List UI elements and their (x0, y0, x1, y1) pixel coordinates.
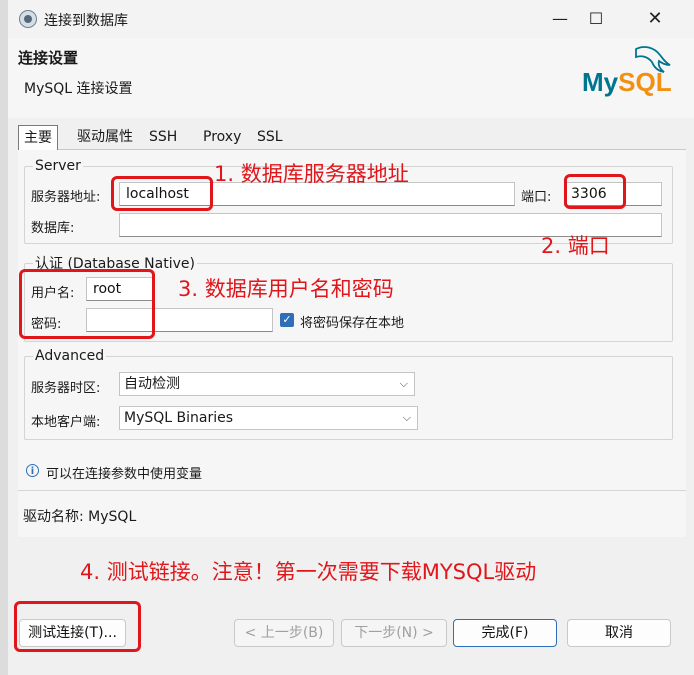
timezone-select[interactable]: 自动检测 ⌵ (119, 372, 415, 396)
window-title: 连接到数据库 (44, 13, 128, 29)
annotation-note-port: 2. 端口 (541, 234, 610, 258)
minimize-button[interactable]: — (543, 6, 577, 32)
variables-info-text: 可以在连接参数中使用变量 (46, 467, 203, 482)
info-icon: i (26, 464, 39, 477)
chevron-down-icon: ⌵ (402, 411, 411, 424)
annotation-box-credentials (19, 269, 155, 339)
host-label: 服务器地址: (31, 190, 101, 205)
save-password-checkbox[interactable]: ✓ (280, 313, 294, 327)
driver-name-row: 驱动名称: MySQL (23, 506, 136, 526)
tab-proxy[interactable]: Proxy (198, 125, 246, 149)
previous-step-button[interactable]: < 上一步(B) (234, 619, 334, 647)
annotation-box-port (564, 174, 626, 209)
advanced-group-title: Advanced (35, 348, 105, 364)
maximize-button[interactable]: ☐ (579, 6, 613, 32)
driver-name-label: 驱动名称: (23, 509, 84, 525)
annotation-note-credentials: 3. 数据库用户名和密码 (178, 277, 394, 301)
timezone-select-value: 自动检测 (124, 376, 180, 392)
driver-name-value: MySQL (88, 509, 137, 525)
checkmark-icon: ✓ (282, 313, 292, 326)
tab-ssl[interactable]: SSL (252, 125, 288, 149)
background-window-strip (0, 0, 8, 675)
mysql-logo: MySQL (574, 41, 674, 101)
annotation-box-test (14, 601, 141, 652)
tab-ssh[interactable]: SSH (144, 125, 182, 149)
cancel-button[interactable]: 取消 (567, 619, 671, 647)
header-subtitle: MySQL 连接设置 (24, 81, 133, 97)
local-client-select-value: MySQL Binaries (124, 410, 234, 426)
annotation-box-host (111, 176, 213, 211)
local-client-select[interactable]: MySQL Binaries ⌵ (119, 406, 418, 430)
driver-separator (18, 490, 686, 491)
dialog-header: 连接设置 MySQL 连接设置 MySQL (8, 38, 694, 118)
mysql-dolphin-icon: MySQL (582, 46, 672, 97)
local-client-label: 本地客户端: (31, 415, 101, 430)
finish-button[interactable]: 完成(F) (453, 619, 557, 647)
save-password-label: 将密码保存在本地 (300, 316, 405, 331)
mysql-logo-text: MySQL (582, 67, 672, 97)
dbeaver-app-icon (19, 10, 37, 28)
annotation-note-test: 4. 测试链接。注意！第一次需要下载MYSQL驱动 (80, 560, 537, 584)
tab-main[interactable]: 主要 (18, 125, 58, 150)
next-step-button[interactable]: 下一步(N) > (341, 619, 447, 647)
port-label: 端口: (521, 190, 552, 205)
close-button[interactable]: ✕ (638, 6, 672, 32)
timezone-label: 服务器时区: (31, 381, 101, 396)
title-bar: 连接到数据库 — ☐ ✕ (8, 0, 694, 38)
annotation-note-host: 1. 数据库服务器地址 (214, 162, 409, 186)
database-label: 数据库: (31, 221, 75, 236)
header-title: 连接设置 (18, 49, 79, 67)
tab-driver-properties[interactable]: 驱动属性 (72, 125, 138, 149)
connect-database-dialog: 连接到数据库 — ☐ ✕ 连接设置 MySQL 连接设置 MySQL 主要 驱动… (8, 0, 694, 675)
server-group-title: Server (35, 158, 81, 174)
chevron-down-icon: ⌵ (399, 377, 408, 390)
